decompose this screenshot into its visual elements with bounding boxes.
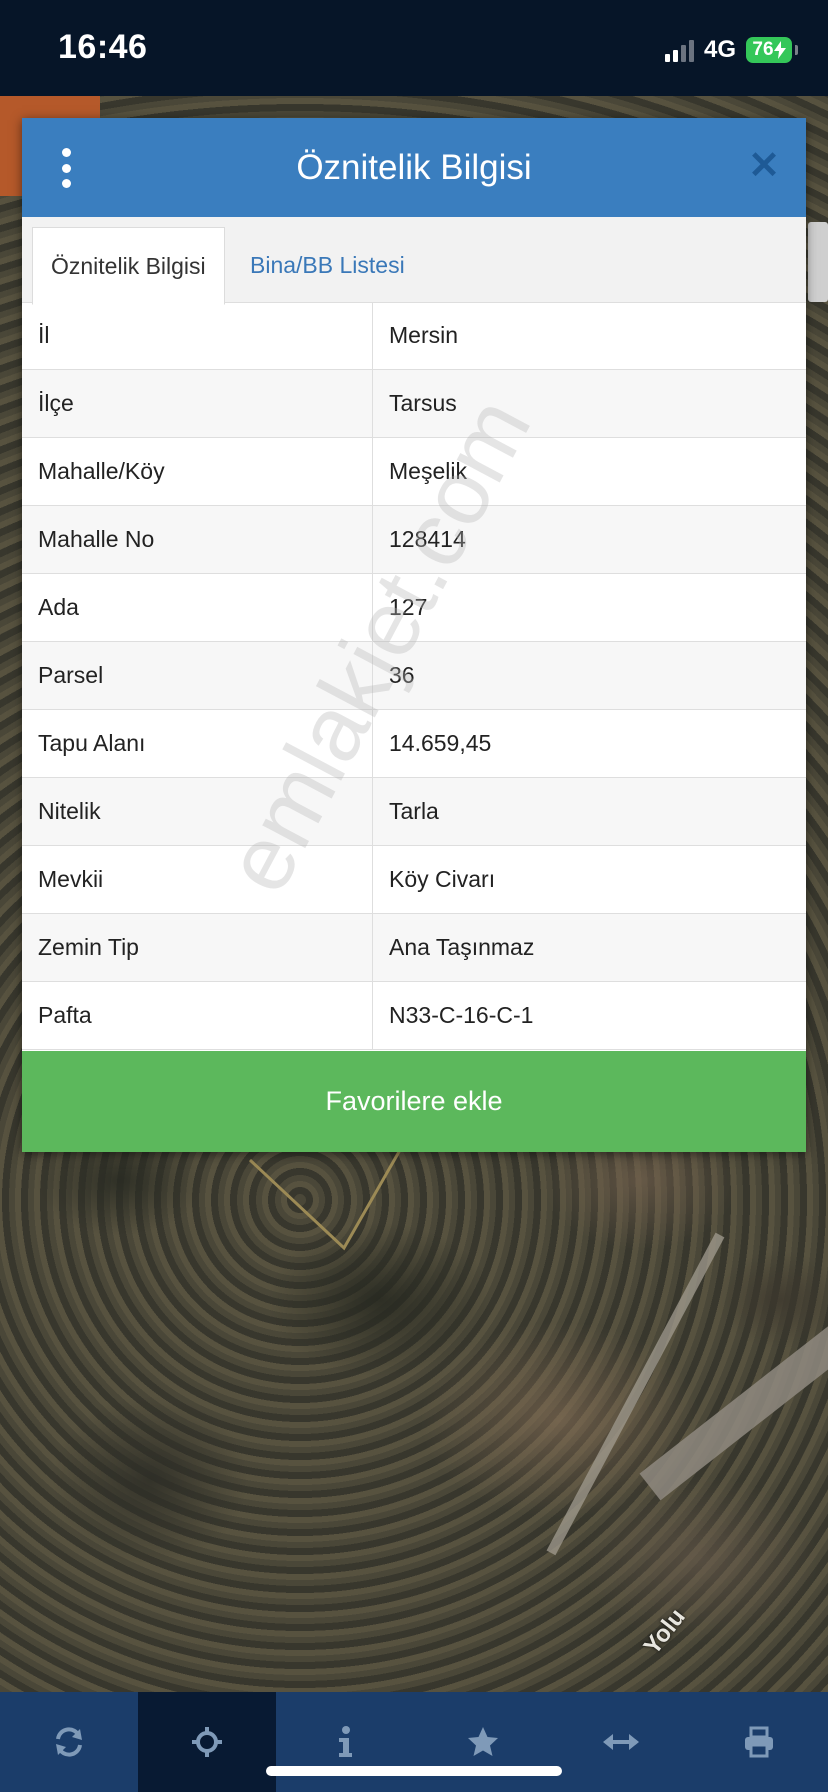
row-key: Mahalle No: [22, 506, 373, 573]
row-value: Tarla: [389, 798, 439, 824]
more-menu-icon[interactable]: [56, 148, 76, 188]
battery-level: 76: [752, 39, 774, 60]
row-value: Mersin: [389, 322, 459, 348]
home-indicator[interactable]: [266, 1766, 562, 1776]
row-key: Zemin Tip: [22, 914, 373, 981]
row-value: Ana Taşınmaz: [389, 934, 535, 960]
table-row: Pafta N33-C-16-C-1: [22, 982, 806, 1050]
status-indicators: 4G 76: [664, 36, 798, 64]
attribute-dialog: Öznitelik Bilgisi ✕ Öznitelik Bilgisi Bi…: [22, 118, 806, 1152]
measure-icon: [603, 1734, 639, 1750]
print-button[interactable]: [690, 1692, 828, 1792]
table-row: Mevkii Köy Civarı: [22, 846, 806, 914]
refresh-button[interactable]: [0, 1692, 138, 1792]
table-row: İl Mersin: [22, 302, 806, 370]
refresh-icon: [56, 1727, 82, 1757]
row-value: 36: [389, 662, 415, 688]
row-key: İlçe: [22, 370, 373, 437]
charging-bolt-icon: [773, 41, 786, 59]
star-icon: [468, 1727, 498, 1756]
table-row: Ada 127: [22, 574, 806, 642]
row-key: Nitelik: [22, 778, 373, 845]
close-icon[interactable]: ✕: [744, 146, 784, 186]
row-value: 128414: [389, 526, 466, 552]
dialog-header: Öznitelik Bilgisi ✕: [22, 118, 806, 217]
table-row: Parsel 36: [22, 642, 806, 710]
info-button[interactable]: [276, 1692, 414, 1792]
row-key: Mevkii: [22, 846, 373, 913]
dialog-title: Öznitelik Bilgisi: [296, 148, 532, 187]
table-row: İlçe Tarsus: [22, 370, 806, 438]
print-icon: [745, 1726, 773, 1758]
row-key: Parsel: [22, 642, 373, 709]
row-key: Ada: [22, 574, 373, 641]
signal-icon: [664, 38, 694, 62]
table-row: Nitelik Tarla: [22, 778, 806, 846]
row-value: 14.659,45: [389, 730, 492, 756]
parcel-outline[interactable]: [240, 1140, 440, 1260]
row-value: N33-C-16-C-1: [389, 1002, 534, 1028]
row-key: Mahalle/Köy: [22, 438, 373, 505]
row-value: 127: [389, 594, 428, 620]
tab-bar: Öznitelik Bilgisi Bina/BB Listesi: [22, 217, 806, 305]
table-row: Mahalle/Köy Meşelik: [22, 438, 806, 506]
row-value: Tarsus: [389, 390, 457, 416]
tab-building-list[interactable]: Bina/BB Listesi: [232, 227, 423, 303]
status-time: 16:46: [58, 28, 148, 66]
attribute-table: İl Mersin İlçe Tarsus Mahalle/Köy Meşelik M…: [22, 302, 806, 1050]
table-row: Tapu Alanı 14.659,45: [22, 710, 806, 778]
locate-icon: [192, 1727, 222, 1757]
row-value: Köy Civarı: [389, 866, 496, 892]
network-type: 4G: [703, 36, 736, 63]
row-key: Tapu Alanı: [22, 710, 373, 777]
row-key: Pafta: [22, 982, 373, 1049]
measure-button[interactable]: [552, 1692, 690, 1792]
add-to-favorites-button[interactable]: Favorilere ekle: [22, 1051, 806, 1152]
bottom-toolbar: [0, 1692, 828, 1792]
row-key: İl: [22, 302, 373, 369]
table-row: Mahalle No 128414: [22, 506, 806, 574]
info-icon: [339, 1726, 352, 1757]
tab-attribute-info[interactable]: Öznitelik Bilgisi: [32, 227, 225, 305]
status-bar: 16:46 4G 76: [0, 0, 828, 96]
row-value: Meşelik: [389, 458, 467, 484]
scrollbar-thumb[interactable]: [808, 222, 828, 302]
favorites-button[interactable]: [414, 1692, 552, 1792]
locate-button[interactable]: [138, 1692, 276, 1792]
battery-icon: 76: [746, 37, 798, 63]
table-row: Zemin Tip Ana Taşınmaz: [22, 914, 806, 982]
